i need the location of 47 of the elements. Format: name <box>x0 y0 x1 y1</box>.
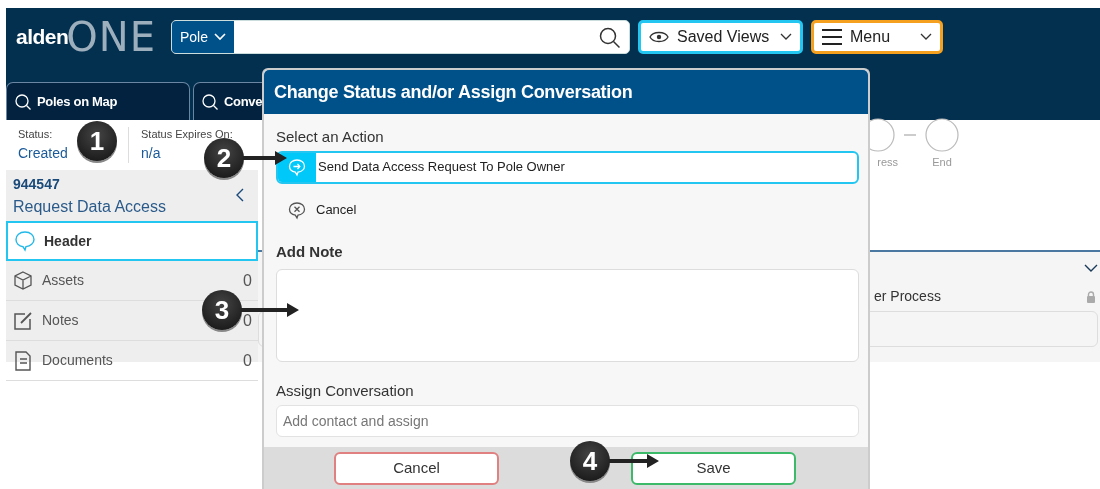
field-label: Assign Conversation <box>276 381 415 401</box>
status-label: Status: <box>18 127 53 143</box>
chevron-down-icon <box>920 33 932 41</box>
search-icon <box>15 93 31 110</box>
chat-arrow-icon <box>287 157 307 177</box>
saved-views-button[interactable]: Saved Views <box>638 20 803 54</box>
cancel-button[interactable]: Cancel <box>334 451 499 485</box>
documents-icon <box>12 349 34 372</box>
step-connector <box>904 134 916 136</box>
record-id: 944547 <box>13 175 61 194</box>
assets-icon <box>12 269 34 292</box>
dialog-title: Change Status and/or Assign Conversation <box>264 70 868 114</box>
step-label: End <box>932 155 952 170</box>
item-count: 0 <box>243 310 252 331</box>
item-count: 0 <box>243 270 252 291</box>
chevron-down-icon <box>780 33 792 41</box>
field-label: Add Note <box>276 241 344 262</box>
save-button[interactable]: Save <box>631 451 796 485</box>
search-field[interactable]: Pole <box>171 20 630 54</box>
action-option[interactable]: Send Data Access Request To Pole Owner <box>276 150 859 184</box>
sidebar-item[interactable]: Header <box>6 221 258 261</box>
collapse-icon[interactable] <box>236 188 244 202</box>
tab[interactable]: Poles on Map <box>6 82 190 120</box>
step-label: ress <box>877 155 898 170</box>
logo-text: alden <box>16 25 69 49</box>
header-icon <box>14 230 36 252</box>
item-count: 0 <box>243 350 252 371</box>
assign-field[interactable]: Add contact and assign <box>276 404 859 437</box>
field-label: Select an Action <box>276 127 385 147</box>
menu-button[interactable]: Menu <box>811 20 943 54</box>
chevron-down-icon <box>214 33 227 41</box>
search-icon[interactable] <box>599 27 621 49</box>
sidebar-item[interactable]: Documents 0 <box>6 341 258 381</box>
field-label: er Process <box>874 287 941 306</box>
note-field[interactable] <box>276 269 859 362</box>
status-value: Created <box>18 143 68 163</box>
record-title: Request Data Access <box>13 197 166 217</box>
action-option[interactable]: Cancel <box>276 193 859 227</box>
menu-icon <box>822 29 842 45</box>
step-circle-icon <box>925 118 959 152</box>
search-icon <box>202 93 218 110</box>
notes-icon <box>12 309 34 332</box>
chat-close-icon <box>287 200 307 220</box>
search-scope-dropdown[interactable]: Pole <box>172 21 235 53</box>
chevron-down-icon <box>1084 264 1098 272</box>
eye-icon <box>649 30 669 44</box>
status-value: n/a <box>141 143 161 163</box>
